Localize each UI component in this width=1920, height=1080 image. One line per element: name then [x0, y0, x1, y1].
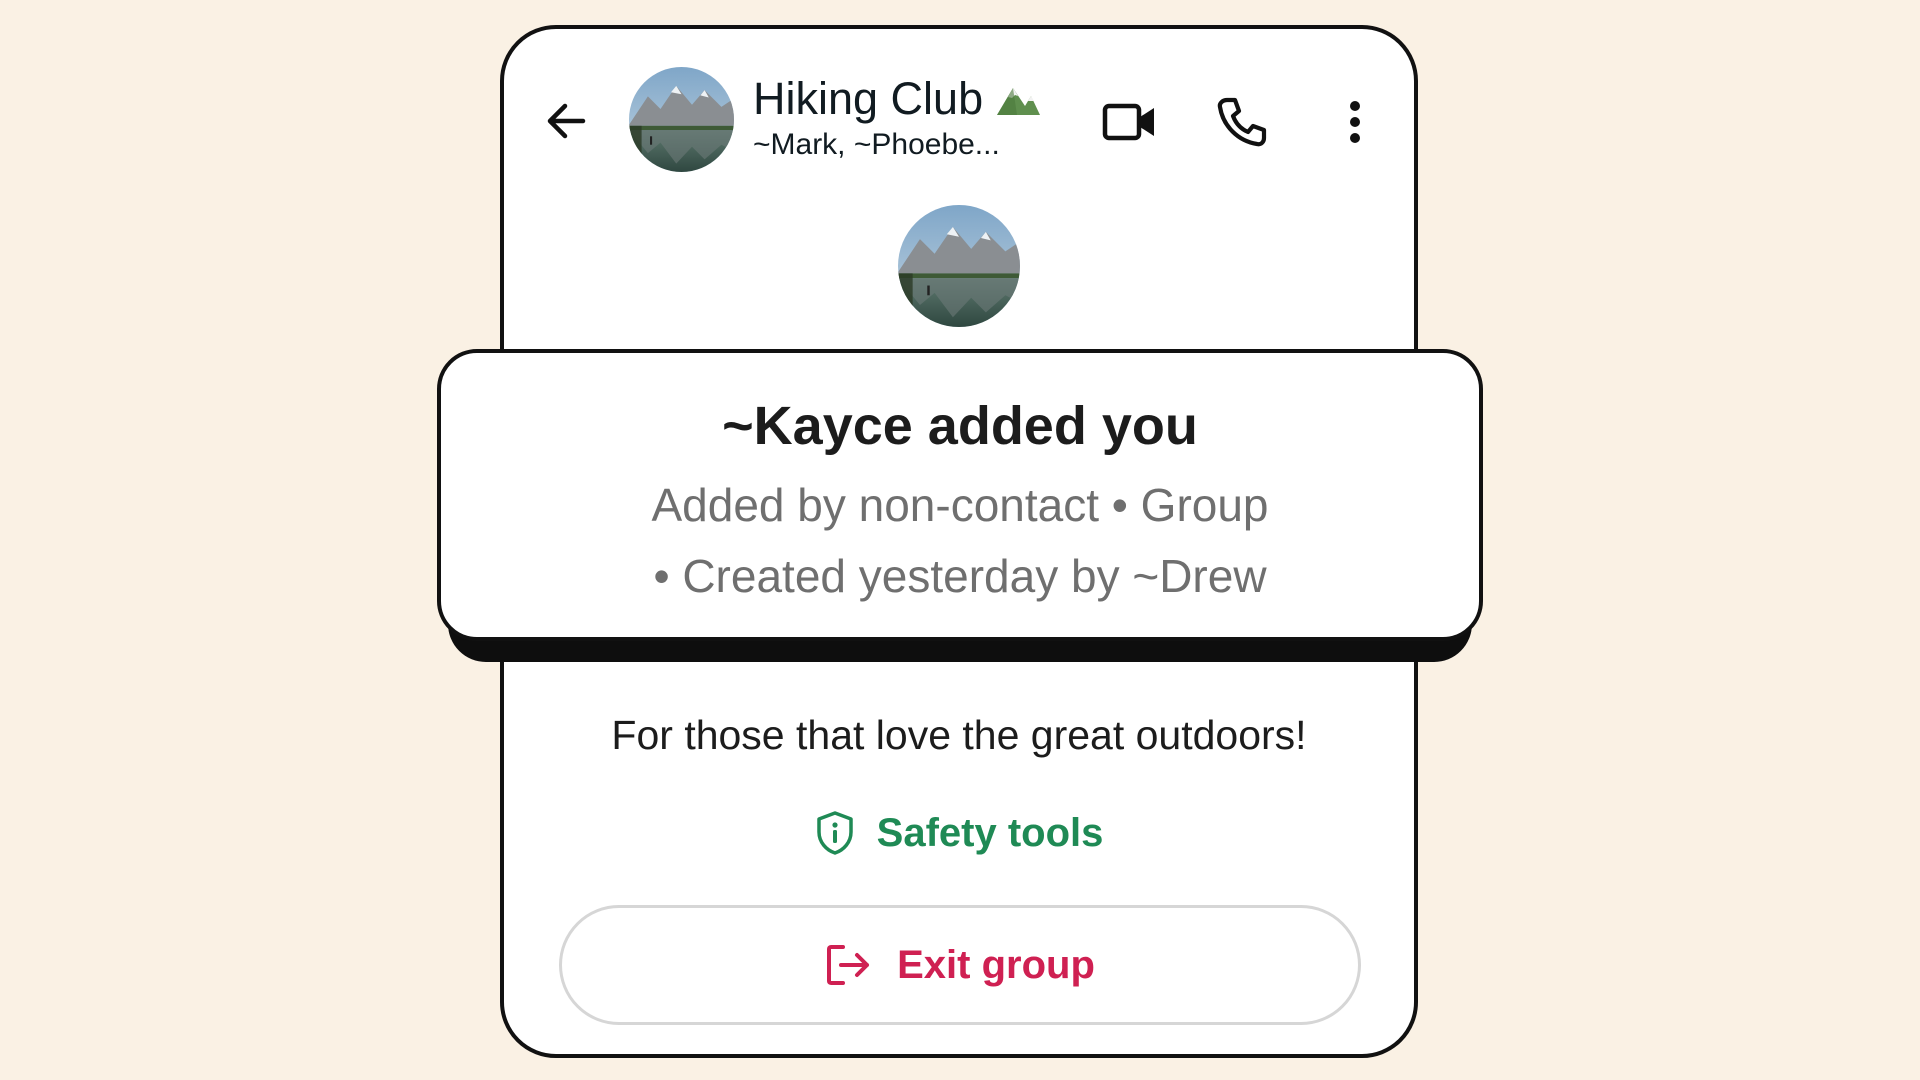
notice-title: ~Kayce added you [722, 396, 1198, 456]
exit-group-label: Exit group [897, 942, 1095, 987]
group-profile-photo[interactable] [898, 205, 1020, 327]
more-options-button[interactable] [1325, 92, 1385, 152]
shield-info-icon [816, 811, 853, 855]
safety-tools-label: Safety tools [876, 810, 1104, 855]
notice-detail-line-2: • Created yesterday by ~Drew [653, 550, 1267, 602]
group-members: ~Mark, ~Phoebe... [753, 128, 1000, 161]
screen: Hiking Club ~Mark, ~Phoebe... ~Kayce add… [0, 0, 1920, 1080]
added-by-notice-card: ~Kayce added you Added by non-contact • … [437, 349, 1483, 641]
exit-icon [827, 945, 870, 985]
phone-icon [1217, 97, 1267, 147]
group-avatar[interactable] [629, 67, 734, 172]
safety-tools-link[interactable]: Safety tools [500, 810, 1418, 856]
video-call-button[interactable] [1100, 92, 1160, 152]
voice-call-button[interactable] [1212, 92, 1272, 152]
mountain-icon [997, 88, 1041, 115]
back-button[interactable] [540, 95, 592, 147]
video-camera-icon [1102, 103, 1154, 141]
lake-mountain-image [629, 67, 734, 172]
group-title-row[interactable]: Hiking Club [753, 72, 1041, 126]
lake-mountain-image [898, 205, 1020, 327]
arrow-left-icon [547, 103, 586, 139]
group-name: Hiking Club [753, 73, 984, 124]
notice-detail-line-1: Added by non-contact • Group [651, 479, 1269, 531]
group-description: For those that love the great outdoors! [611, 712, 1307, 758]
more-vertical-icon [1350, 101, 1360, 143]
exit-group-button[interactable]: Exit group [559, 905, 1361, 1025]
